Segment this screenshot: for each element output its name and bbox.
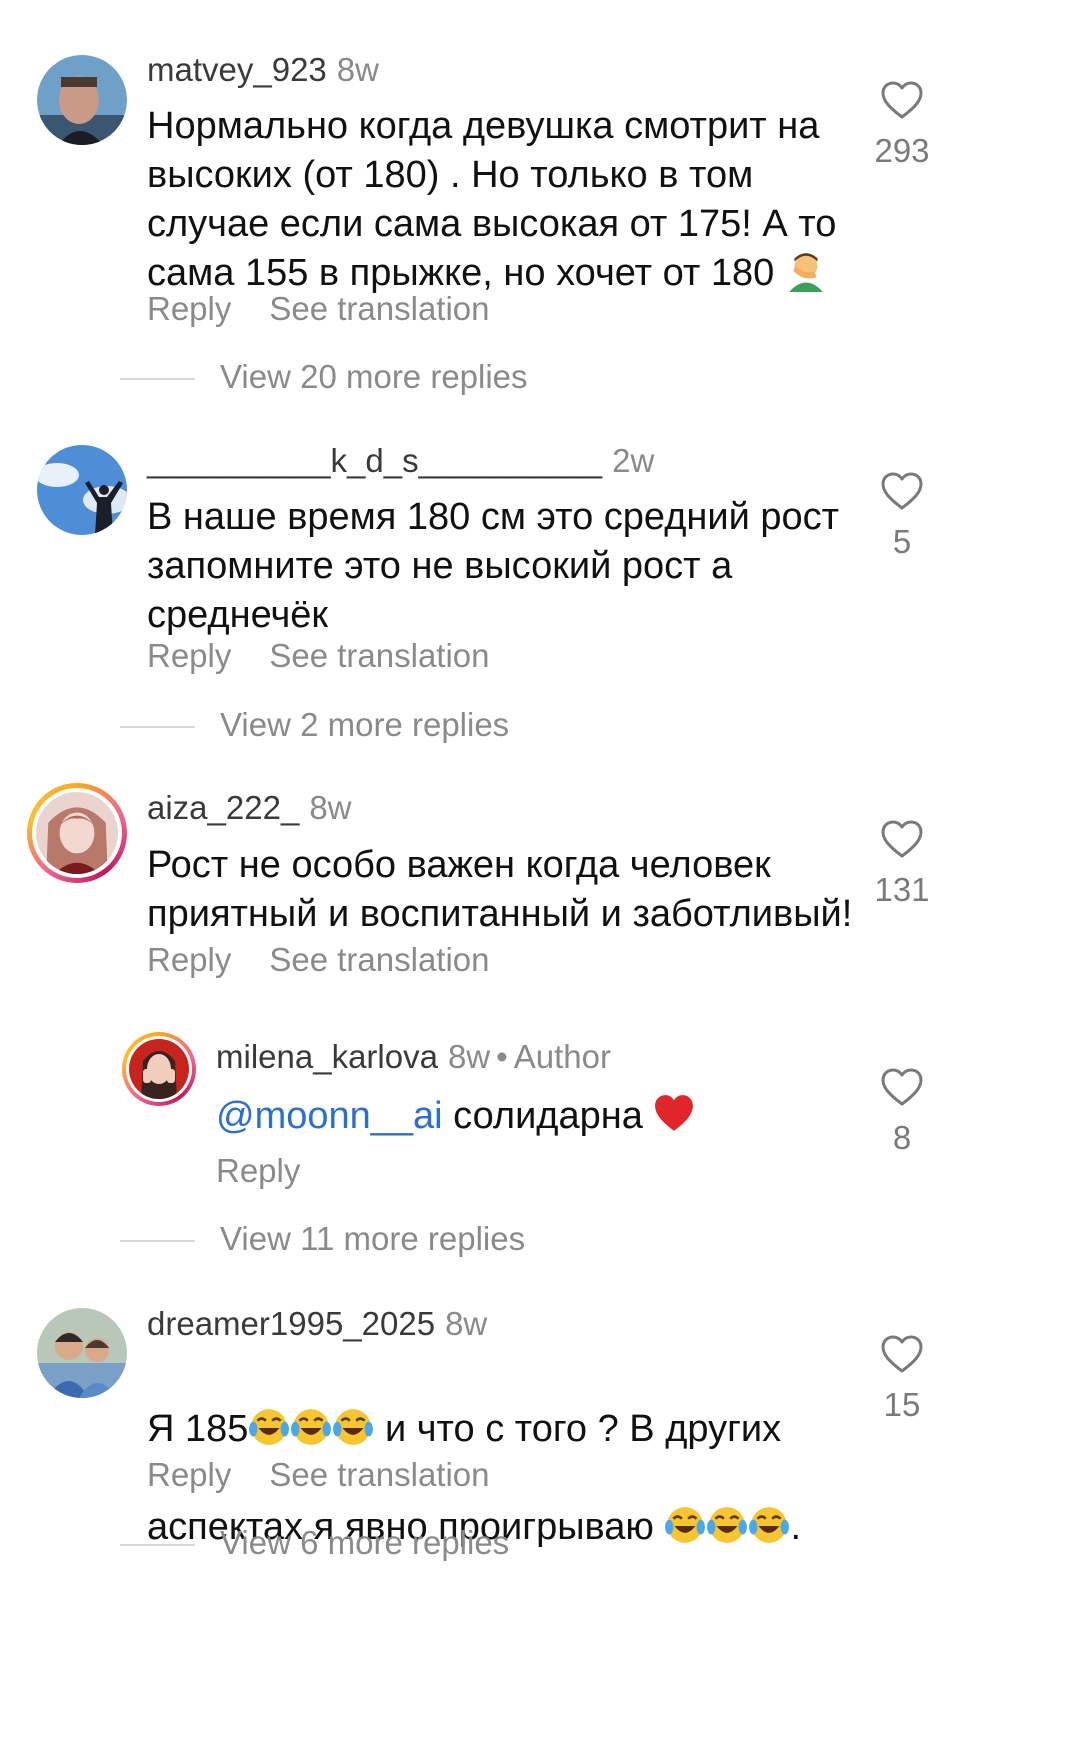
reply-avatar-story-ring[interactable]	[122, 1032, 196, 1106]
view-more-replies[interactable]: View 2 more replies	[120, 705, 509, 745]
see-translation-button[interactable]: See translation	[269, 637, 489, 674]
divider-line	[120, 378, 195, 381]
view-more-replies-label: View 20 more replies	[220, 358, 528, 395]
avatar[interactable]	[37, 445, 127, 535]
reply-username[interactable]: milena_karlova	[216, 1038, 438, 1075]
see-translation-button[interactable]: See translation	[269, 941, 489, 978]
username[interactable]: dreamer1995_2025	[147, 1305, 435, 1342]
avatar-story-ring[interactable]	[27, 783, 127, 883]
view-more-replies-label: View 11 more replies	[220, 1220, 526, 1257]
face-with-tears-of-joy-emoji	[290, 1406, 332, 1448]
face-with-tears-of-joy-emoji	[332, 1406, 374, 1448]
face-with-tears-of-joy-emoji	[748, 1504, 790, 1546]
comment-actions: Reply See translation	[147, 940, 490, 980]
like-count: 293	[874, 132, 930, 169]
comment-text-part: Я 185	[147, 1408, 249, 1450]
man-facepalming-emoji	[785, 250, 827, 292]
comment-text-body: Нормально когда девушка смотрит на высок…	[147, 105, 837, 294]
comment-header: aiza_222_ 8w	[147, 788, 352, 828]
reply-text: @moonn__ai солидарна	[216, 1092, 836, 1141]
username[interactable]: matvey_923	[147, 51, 327, 88]
comment-header: dreamer1995_2025 8w	[147, 1304, 487, 1344]
reply-timestamp: 8w	[447, 1038, 491, 1075]
like-button[interactable]: 131	[857, 819, 947, 909]
view-more-replies-label: View 6 more replies	[220, 1524, 510, 1561]
comment-actions: Reply See translation	[147, 636, 490, 676]
reply-button[interactable]: Reply	[147, 637, 231, 674]
comment-text-part: .	[790, 1506, 802, 1548]
comment-text: Нормально когда девушка смотрит на высок…	[147, 102, 947, 298]
comment-text: В наше время 180 см это средний рост зап…	[147, 496, 840, 636]
view-more-replies[interactable]: View 6 more replies	[120, 1523, 509, 1563]
reply-text-body: солидарна	[453, 1095, 643, 1137]
like-button[interactable]: 8	[857, 1067, 947, 1157]
like-button[interactable]: 293	[857, 80, 947, 170]
comment-text-line: Я 185 и что с того ? В других	[147, 1405, 907, 1454]
comment-actions: Reply See translation	[147, 1455, 490, 1495]
face-with-tears-of-joy-emoji	[664, 1504, 706, 1546]
timestamp: 8w	[336, 51, 379, 88]
divider-line	[120, 1544, 195, 1547]
divider-line	[120, 726, 195, 729]
comment-text: Рост не особо важен когда человек приятн…	[147, 844, 853, 935]
view-more-replies[interactable]: View 11 more replies	[120, 1219, 525, 1259]
heart-icon	[881, 820, 923, 858]
reply-actions: Reply	[216, 1151, 300, 1191]
timestamp: 2w	[612, 442, 655, 479]
heart-icon	[881, 472, 923, 510]
mention-link[interactable]: @moonn__ai	[216, 1095, 443, 1137]
comment-actions: Reply See translation	[147, 289, 490, 329]
comment-text-part: и что с того ? В других	[374, 1408, 782, 1450]
separator-dot: •	[496, 1038, 508, 1075]
like-count: 8	[892, 1119, 912, 1156]
timestamp: 8w	[445, 1305, 488, 1342]
view-more-replies-label: View 2 more replies	[220, 706, 510, 743]
like-count: 131	[874, 871, 930, 908]
reply-button[interactable]: Reply	[147, 1456, 231, 1493]
username[interactable]: aiza_222_	[147, 789, 299, 826]
divider-line	[120, 1240, 195, 1243]
avatar[interactable]	[37, 1308, 127, 1398]
comment-header: __________k_d_s__________ 2w	[147, 441, 654, 481]
reply-button[interactable]: Reply	[216, 1152, 300, 1189]
heart-icon	[881, 1068, 923, 1106]
like-button[interactable]: 15	[857, 1334, 947, 1424]
face-with-tears-of-joy-emoji	[706, 1504, 748, 1546]
heart-icon	[881, 81, 923, 119]
comments-screen: matvey_923 8w Нормально когда девушка смо…	[0, 0, 1080, 1755]
like-count: 15	[883, 1386, 921, 1423]
see-translation-button[interactable]: See translation	[269, 290, 489, 327]
red-heart-emoji	[653, 1093, 695, 1135]
see-translation-button[interactable]: See translation	[269, 1456, 489, 1493]
reply-button[interactable]: Reply	[147, 941, 231, 978]
username[interactable]: __________k_d_s__________	[147, 442, 602, 479]
reply-button[interactable]: Reply	[147, 290, 231, 327]
like-button[interactable]: 5	[857, 471, 947, 561]
heart-icon	[881, 1335, 923, 1373]
avatar[interactable]	[37, 55, 127, 145]
reply-header: milena_karlova 8w • Author	[216, 1037, 611, 1077]
face-with-tears-of-joy-emoji	[248, 1406, 290, 1448]
timestamp: 8w	[309, 789, 352, 826]
like-count: 5	[892, 523, 912, 560]
author-badge: Author	[513, 1038, 611, 1075]
comment-header: matvey_923 8w	[147, 50, 379, 90]
view-more-replies[interactable]: View 20 more replies	[120, 357, 528, 397]
